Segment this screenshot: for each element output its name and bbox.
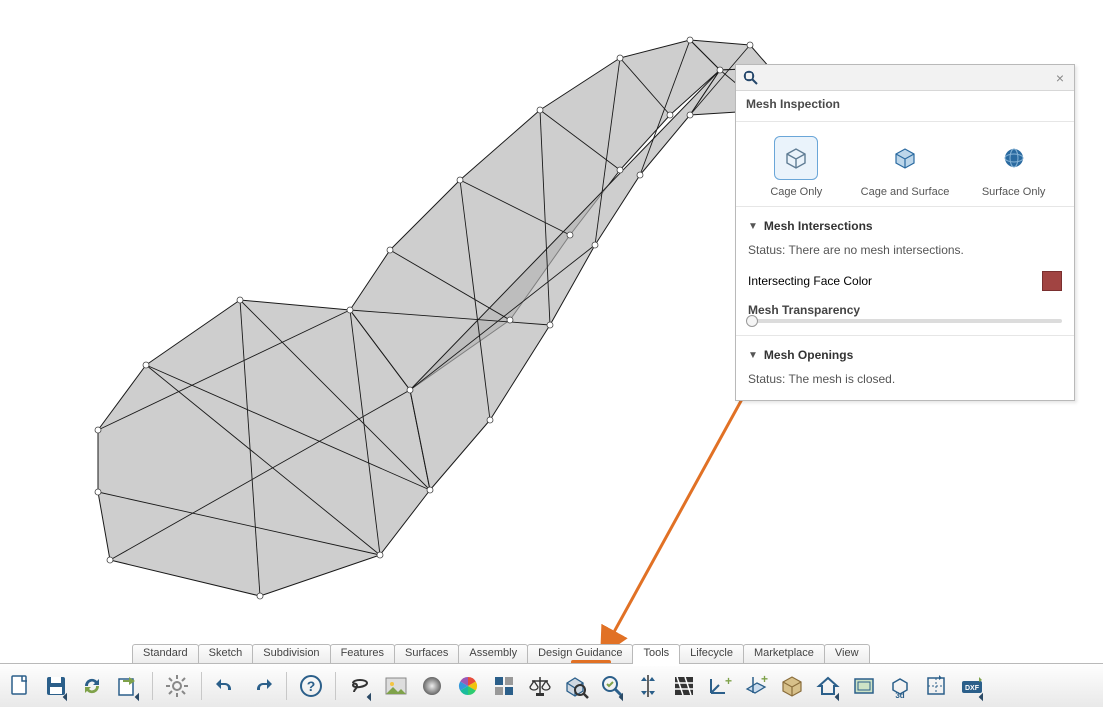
transparency-label: Mesh Transparency xyxy=(748,303,1062,317)
mode-cage-only[interactable]: Cage Only xyxy=(751,136,841,198)
tab-marketplace[interactable]: Marketplace xyxy=(743,644,825,664)
tool-home[interactable] xyxy=(812,670,844,702)
subd-cage-mesh xyxy=(50,0,770,630)
tool-balance[interactable] xyxy=(524,670,556,702)
tool-library[interactable] xyxy=(488,670,520,702)
main-toolbar: ? + +3d DXF xyxy=(0,663,1103,707)
panel-title: Mesh Inspection xyxy=(736,91,1074,122)
mode-label: Cage and Surface xyxy=(861,186,950,198)
face-color-label: Intersecting Face Color xyxy=(748,274,872,288)
transparency-slider[interactable] xyxy=(748,319,1062,323)
tab-view[interactable]: View xyxy=(824,644,870,664)
section-header-openings[interactable]: ▼Mesh Openings xyxy=(748,348,1062,362)
tool-hatch[interactable] xyxy=(668,670,700,702)
tab-features[interactable]: Features xyxy=(330,644,395,664)
svg-text:?: ? xyxy=(307,678,316,694)
tab-design-guidance[interactable]: Design Guidance xyxy=(527,644,633,664)
tool-image[interactable] xyxy=(380,670,412,702)
tool-new[interactable] xyxy=(4,670,36,702)
tool-save[interactable] xyxy=(40,670,72,702)
section-intersections: ▼Mesh Intersections Status: There are no… xyxy=(736,206,1074,335)
panel-titlebar[interactable]: × xyxy=(736,65,1074,91)
tool-redo[interactable] xyxy=(246,670,278,702)
tab-surfaces[interactable]: Surfaces xyxy=(394,644,459,664)
mode-label: Surface Only xyxy=(982,186,1046,198)
svg-text:DXF: DXF xyxy=(965,685,980,692)
tool-lasso[interactable] xyxy=(344,670,376,702)
mode-label: Cage Only xyxy=(770,186,822,198)
tab-standard[interactable]: Standard xyxy=(132,644,199,664)
tool-shade[interactable] xyxy=(416,670,448,702)
intersections-status: Status: There are no mesh intersections. xyxy=(748,243,1062,257)
tool-add-plane[interactable]: + xyxy=(740,670,772,702)
tool-sync[interactable] xyxy=(76,670,108,702)
tool-stitch[interactable] xyxy=(920,670,952,702)
tool-frame[interactable] xyxy=(848,670,880,702)
tool-help[interactable]: ? xyxy=(295,670,327,702)
section-header-intersections[interactable]: ▼Mesh Intersections xyxy=(748,219,1062,233)
face-color-swatch[interactable] xyxy=(1042,271,1062,291)
tool-package[interactable] xyxy=(776,670,808,702)
tool-mag-analyze[interactable] xyxy=(596,670,628,702)
tab-lifecycle[interactable]: Lifecycle xyxy=(679,644,744,664)
transparency-slider-thumb[interactable] xyxy=(746,315,758,327)
tool-mesh-inspect[interactable] xyxy=(560,670,592,702)
openings-status: Status: The mesh is closed. xyxy=(748,372,1062,386)
tool-undo[interactable] xyxy=(210,670,242,702)
section-openings: ▼Mesh Openings Status: The mesh is close… xyxy=(736,335,1074,400)
tab-tools[interactable]: Tools xyxy=(632,644,680,664)
tool-3d-view[interactable]: 3d xyxy=(884,670,916,702)
panel-icon xyxy=(742,69,760,87)
toolbar-tabs: StandardSketchSubdivisionFeaturesSurface… xyxy=(132,644,869,664)
tool-color-wheel[interactable] xyxy=(452,670,484,702)
mode-surface-only[interactable]: Surface Only xyxy=(969,136,1059,198)
tool-dxf-export[interactable]: DXF xyxy=(956,670,988,702)
svg-text:+: + xyxy=(725,674,732,688)
svg-text:3d: 3d xyxy=(895,691,904,699)
mode-cage-and-surface[interactable]: Cage and Surface xyxy=(860,136,950,198)
mesh-inspection-panel: × Mesh Inspection Cage Only Cage and Sur… xyxy=(735,64,1075,401)
tool-settings[interactable] xyxy=(161,670,193,702)
tool-export[interactable] xyxy=(112,670,144,702)
tool-axes-add[interactable]: + xyxy=(704,670,736,702)
panel-close-button[interactable]: × xyxy=(1052,70,1068,86)
tab-sketch[interactable]: Sketch xyxy=(198,644,254,664)
svg-text:+: + xyxy=(761,673,768,686)
tool-align[interactable] xyxy=(632,670,664,702)
tab-subdivision[interactable]: Subdivision xyxy=(252,644,330,664)
tab-assembly[interactable]: Assembly xyxy=(458,644,528,664)
